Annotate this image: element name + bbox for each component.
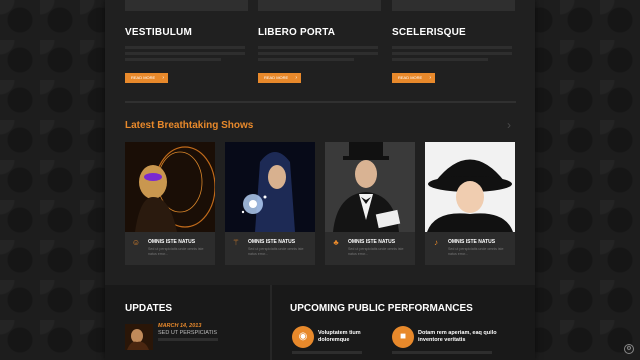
feature-title: LIBERO PORTA — [258, 27, 336, 38]
updates-title: UPDATES — [125, 303, 173, 314]
video-camera-icon: ■ — [392, 326, 414, 348]
microphone-icon: ♪ — [434, 238, 438, 247]
read-more-button[interactable]: READ MORE › — [258, 73, 301, 83]
settings-icon[interactable]: ⚙ — [624, 344, 634, 354]
update-date: MARCH 14, 2013 — [158, 323, 202, 329]
section-divider — [125, 101, 516, 103]
rabbit-icon: ♣ — [333, 238, 339, 247]
show-card[interactable]: ♪ OMNIS ISTE NATUS Sed ut perspiciatis u… — [425, 142, 515, 265]
chevron-right-icon: › — [162, 75, 164, 81]
show-caption: OMNIS ISTE NATUS — [348, 239, 396, 245]
performance-excerpt — [392, 351, 492, 354]
update-headline[interactable]: SED UT PERSPICIATIS — [158, 330, 217, 336]
shows-section-title: Latest Breathtaking Shows — [125, 120, 254, 131]
mask-icon: ☺ — [131, 238, 141, 247]
read-more-label: READ MORE — [398, 75, 423, 80]
performance-excerpt — [292, 351, 362, 354]
show-description: Sed ut perspiciatis unde omnis iste natu… — [348, 247, 404, 256]
feature-image — [258, 0, 381, 11]
show-card[interactable]: ☺ OMNIS ISTE NATUS Sed ut perspiciatis u… — [125, 142, 215, 265]
show-caption: OMNIS ISTE NATUS — [148, 239, 196, 245]
show-image — [425, 142, 515, 232]
show-caption: OMNIS ISTE NATUS — [248, 239, 296, 245]
feature-title: SCELERISQUE — [392, 27, 466, 38]
eye-icon: ◉ — [292, 326, 314, 348]
read-more-label: READ MORE — [131, 75, 156, 80]
chevron-right-icon: › — [295, 75, 297, 81]
show-card[interactable]: ⚚ OMNIS ISTE NATUS Sed ut perspiciatis u… — [225, 142, 315, 265]
performance-title[interactable]: Dotam rem aperiam, eaq quilo inventore v… — [418, 330, 518, 344]
chevron-right-icon[interactable]: › — [507, 118, 511, 132]
feature-text — [258, 46, 378, 64]
feature-text — [125, 46, 245, 64]
magic-wand-icon: ⚚ — [232, 238, 240, 247]
performances-title: UPCOMING PUBLIC PERFORMANCES — [290, 303, 473, 314]
show-image — [225, 142, 315, 232]
feature-image — [125, 0, 248, 11]
feature-title: VESTIBULUM — [125, 27, 192, 38]
show-card[interactable]: ♣ OMNIS ISTE NATUS Sed ut perspiciatis u… — [325, 142, 415, 265]
read-more-button[interactable]: READ MORE › — [392, 73, 435, 83]
update-excerpt — [158, 338, 218, 341]
show-description: Sed ut perspiciatis unde omnis iste natu… — [448, 247, 504, 256]
chevron-right-icon: › — [429, 75, 431, 81]
feature-image — [392, 0, 515, 11]
show-image — [125, 142, 215, 232]
column-divider — [270, 285, 272, 360]
performance-title[interactable]: Voluptatem tium doloremque — [318, 330, 388, 344]
read-more-label: READ MORE — [264, 75, 289, 80]
main-content-panel: VESTIBULUM LIBERO PORTA SCELERISQUE READ… — [105, 0, 535, 360]
feature-text — [392, 46, 512, 64]
show-caption: OMNIS ISTE NATUS — [448, 239, 496, 245]
show-description: Sed ut perspiciatis unde omnis iste natu… — [248, 247, 304, 256]
show-description: Sed ut perspiciatis unde omnis iste natu… — [148, 247, 204, 256]
read-more-button[interactable]: READ MORE › — [125, 73, 168, 83]
show-image — [325, 142, 415, 232]
update-thumbnail[interactable] — [125, 324, 153, 350]
